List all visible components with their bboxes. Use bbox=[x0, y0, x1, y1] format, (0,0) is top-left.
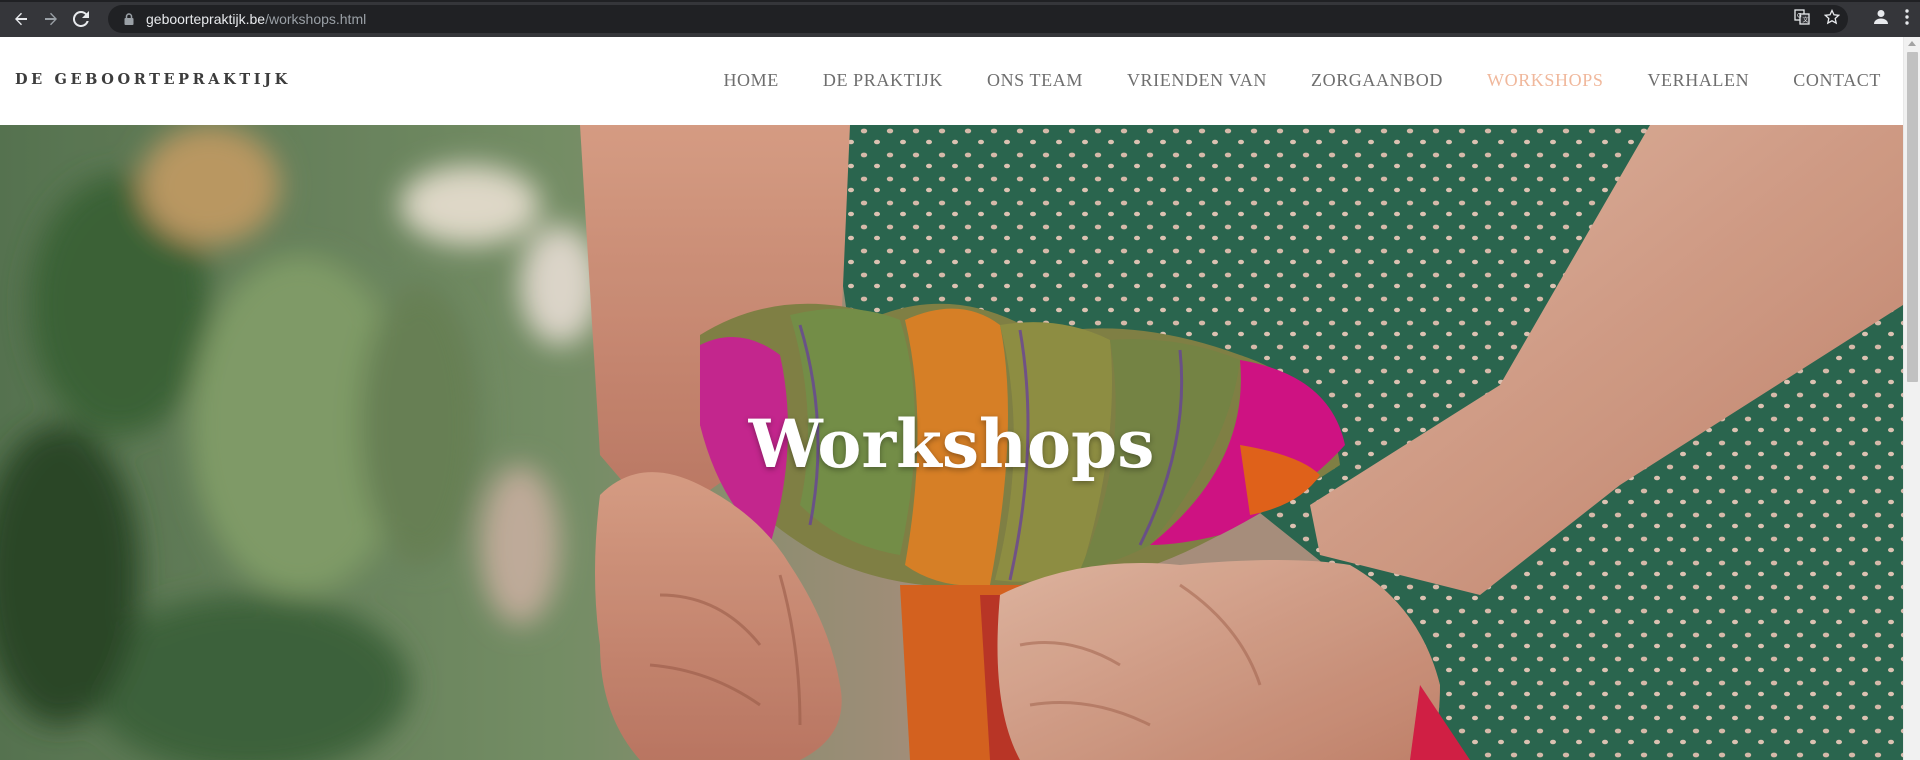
forward-button[interactable] bbox=[36, 4, 66, 34]
nav-item-de-praktijk[interactable]: DE PRAKTIJK bbox=[823, 70, 943, 91]
site-logo[interactable]: DE GEBOORTEPRAKTIJK bbox=[15, 71, 291, 88]
url-path: /workshops.html bbox=[265, 11, 367, 27]
forward-arrow-icon bbox=[45, 12, 57, 25]
scrollbar-thumb[interactable] bbox=[1907, 52, 1918, 382]
nav-item-contact[interactable]: CONTACT bbox=[1793, 70, 1881, 91]
site-header: DE GEBOORTEPRAKTIJK HOME DE PRAKTIJK ONS… bbox=[0, 37, 1903, 125]
nav-item-zorgaanbod[interactable]: ZORGAANBOD bbox=[1311, 70, 1443, 91]
main-nav: HOME DE PRAKTIJK ONS TEAM VRIENDEN VAN Z… bbox=[679, 70, 1881, 91]
reload-button[interactable] bbox=[66, 4, 96, 34]
lock-icon[interactable] bbox=[122, 12, 136, 26]
hero-banner: Workshops bbox=[0, 125, 1903, 760]
translate-icon[interactable]: G文 bbox=[1794, 9, 1810, 29]
page-scrollbar[interactable] bbox=[1903, 37, 1920, 760]
address-bar[interactable]: geboortepraktijk.be/workshops.html G文 bbox=[108, 5, 1848, 33]
kebab-menu-icon[interactable] bbox=[1904, 8, 1910, 30]
back-arrow-icon bbox=[15, 12, 27, 25]
browser-toolbar: geboortepraktijk.be/workshops.html G文 bbox=[0, 0, 1920, 37]
scroll-up-arrow-icon[interactable] bbox=[1908, 41, 1916, 46]
url-text[interactable]: geboortepraktijk.be/workshops.html bbox=[146, 11, 366, 27]
nav-item-workshops[interactable]: WORKSHOPS bbox=[1487, 70, 1603, 91]
hero-title: Workshops bbox=[748, 405, 1155, 483]
back-button[interactable] bbox=[6, 4, 36, 34]
nav-item-vrienden-van[interactable]: VRIENDEN VAN bbox=[1127, 70, 1267, 91]
tab-strip-edge bbox=[0, 0, 1920, 2]
page-viewport: DE GEBOORTEPRAKTIJK HOME DE PRAKTIJK ONS… bbox=[0, 37, 1920, 760]
reload-icon bbox=[73, 10, 89, 27]
profile-icon[interactable] bbox=[1872, 8, 1890, 30]
svg-text:G: G bbox=[1797, 13, 1802, 20]
star-icon[interactable] bbox=[1823, 8, 1841, 29]
nav-item-ons-team[interactable]: ONS TEAM bbox=[987, 70, 1083, 91]
svg-text:文: 文 bbox=[1803, 16, 1809, 24]
nav-item-verhalen[interactable]: VERHALEN bbox=[1647, 70, 1749, 91]
url-host: geboortepraktijk.be bbox=[146, 11, 266, 27]
nav-item-home[interactable]: HOME bbox=[723, 70, 778, 91]
